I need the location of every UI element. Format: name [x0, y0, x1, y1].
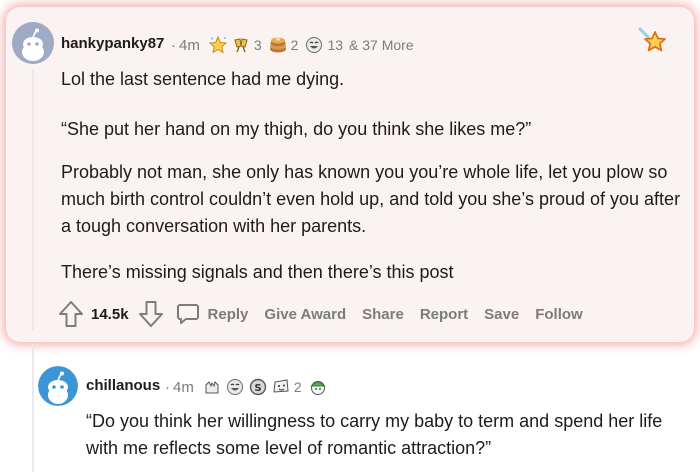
- username[interactable]: chillanous: [86, 377, 160, 394]
- downvote-icon[interactable]: [138, 300, 164, 328]
- follow-button[interactable]: Follow: [535, 306, 583, 323]
- comment-text: Lol the last sentence had me dying.: [61, 69, 345, 89]
- comment-bubble-icon: [176, 304, 199, 324]
- award-count: 2: [290, 37, 299, 53]
- comment-text: There’s missing signals and then there’s…: [61, 262, 454, 282]
- reply-label: Reply: [207, 305, 249, 323]
- avatar[interactable]: [12, 22, 54, 64]
- comment-action-bar: 14.5k Reply Give Award Share Report Save…: [58, 300, 599, 328]
- snoo-avatar-icon: [12, 22, 54, 64]
- sparkle-star-award-icon[interactable]: [208, 35, 228, 55]
- upvote-icon[interactable]: [58, 300, 84, 328]
- svg-text:S: S: [254, 383, 261, 394]
- pancake-stack-award-icon[interactable]: [268, 35, 288, 55]
- save-button[interactable]: Save: [484, 306, 519, 323]
- separator: ·: [165, 378, 170, 396]
- avatar[interactable]: [38, 366, 78, 406]
- thread-line[interactable]: [32, 70, 34, 330]
- award-count: 3: [253, 37, 262, 53]
- comment-age[interactable]: 4m: [173, 379, 194, 396]
- reply-button[interactable]: Reply: [176, 302, 249, 326]
- hands-award-icon[interactable]: [202, 377, 222, 397]
- give-award-button[interactable]: Give Award: [264, 306, 346, 323]
- snoo-avatar-icon: [38, 366, 78, 406]
- comment-text: “Do you think her willingness to carry m…: [86, 411, 663, 458]
- report-button[interactable]: Report: [420, 306, 468, 323]
- vote-score: 14.5k: [91, 305, 129, 323]
- username[interactable]: hankypanky87: [61, 35, 164, 52]
- silver-award-icon[interactable]: S: [248, 377, 268, 397]
- cheers-award-icon[interactable]: [231, 35, 251, 55]
- green-cap-face-award-icon[interactable]: [308, 377, 328, 397]
- comment-meta: · 4m S 2: [165, 377, 328, 397]
- comment-meta: · 4m 3 2 13 & 37 More: [171, 35, 414, 55]
- more-awards-link[interactable]: & 37 More: [349, 37, 414, 53]
- laughing-face-award-icon[interactable]: [304, 35, 324, 55]
- face-award-icon[interactable]: [271, 377, 291, 397]
- comment-text: “She put her hand on my thigh, do you th…: [61, 119, 532, 139]
- comment-text: Probably not man, she only has known you…: [61, 162, 681, 236]
- vote-controls: 14.5k: [58, 300, 164, 328]
- award-count: 13: [327, 37, 344, 53]
- laughing-face-award-icon[interactable]: [225, 377, 245, 397]
- award-count: 2: [293, 379, 302, 395]
- separator: ·: [171, 36, 176, 54]
- comment-age[interactable]: 4m: [179, 37, 200, 54]
- thread-line[interactable]: [32, 344, 34, 472]
- star-award-icon[interactable]: [638, 27, 668, 55]
- share-button[interactable]: Share: [362, 306, 404, 323]
